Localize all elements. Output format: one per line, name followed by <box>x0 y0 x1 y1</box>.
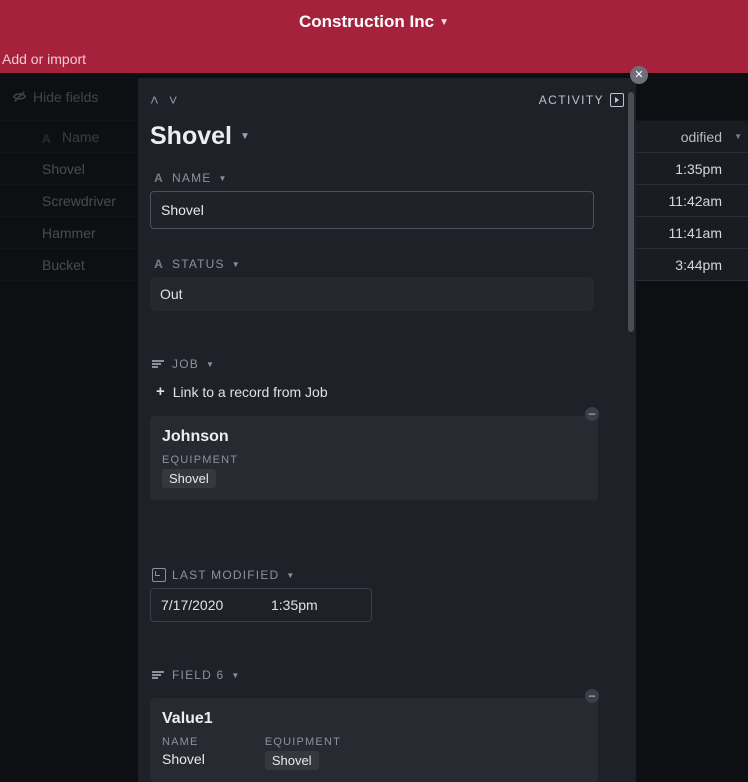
field-label-job[interactable]: JOB ▼ <box>148 351 626 377</box>
hide-fields-button[interactable]: Hide fields <box>12 89 98 105</box>
app-header: Construction Inc ▼ Add or import <box>0 0 748 73</box>
cell-time: 11:41am <box>669 225 722 241</box>
next-record-icon[interactable]: ˅ <box>169 92 178 109</box>
linked-record-card[interactable]: – Value1 NAME Shovel EQUIPMENT Shovel <box>150 698 598 782</box>
plus-icon: + <box>156 383 165 400</box>
unlink-icon[interactable]: – <box>585 689 599 703</box>
linked-col-label: NAME <box>162 736 205 748</box>
cell-name: Bucket <box>42 257 85 273</box>
field-label-text: JOB <box>172 357 199 371</box>
name-input[interactable] <box>150 191 594 229</box>
add-or-import-button[interactable]: Add or import <box>2 51 86 67</box>
column-menu-caret-icon[interactable]: ▼ <box>734 132 742 141</box>
field-label-last-modified[interactable]: LAST MODIFIED ▼ <box>148 562 626 588</box>
text-field-icon <box>42 130 56 144</box>
field-label-status[interactable]: STATUS ▼ <box>148 251 626 277</box>
status-value[interactable]: Out <box>150 277 594 311</box>
linked-sub-value: Shovel <box>162 469 216 488</box>
field-menu-caret-icon: ▼ <box>231 671 240 680</box>
linked-col-value: Shovel <box>162 751 205 767</box>
cell-name: Shovel <box>42 161 85 177</box>
scrollbar-thumb[interactable] <box>628 92 634 332</box>
cell-time: 3:44pm <box>675 257 722 273</box>
text-field-icon <box>152 257 166 271</box>
grid-right-edge: odified ▼ 1:35pm 11:42am 11:41am 3:44pm <box>636 121 748 281</box>
field-label-name[interactable]: NAME ▼ <box>148 165 626 191</box>
field-menu-caret-icon: ▼ <box>286 571 295 580</box>
field-menu-caret-icon: ▼ <box>206 360 215 369</box>
activity-label: ACTIVITY <box>539 93 604 107</box>
last-modified-icon <box>152 568 166 582</box>
linked-record-title: Value1 <box>162 710 586 728</box>
column-modified-partial: odified <box>681 129 722 145</box>
last-modified-value: 7/17/2020 1:35pm <box>150 588 372 622</box>
record-title[interactable]: Shovel ▼ <box>148 116 626 165</box>
linked-field-icon <box>152 357 166 371</box>
panel-nav: ˄ ˅ ACTIVITY <box>148 88 626 116</box>
unlink-icon[interactable]: – <box>585 407 599 421</box>
cell-name: Hammer <box>42 225 96 241</box>
linked-record-card[interactable]: – Johnson EQUIPMENT Shovel <box>150 416 598 500</box>
record-detail-panel: ˄ ˅ ACTIVITY Shovel ▼ NAME ▼ STATUS ▼ Ou… <box>138 78 636 782</box>
close-icon[interactable]: ✕ <box>630 66 648 84</box>
cell-time: 1:35pm <box>675 161 722 177</box>
field-label-text: STATUS <box>172 257 225 271</box>
activity-toggle[interactable]: ACTIVITY <box>539 93 624 107</box>
cell-name: Screwdriver <box>42 193 116 209</box>
field-label-text: FIELD 6 <box>172 668 224 682</box>
text-field-icon <box>152 171 166 185</box>
hide-fields-icon <box>12 89 27 104</box>
prev-record-icon[interactable]: ˄ <box>150 92 159 109</box>
last-modified-time: 1:35pm <box>261 589 328 621</box>
column-name: Name <box>62 129 99 145</box>
last-modified-date: 7/17/2020 <box>151 589 261 621</box>
field-menu-caret-icon: ▼ <box>232 260 241 269</box>
field-menu-caret-icon: ▼ <box>218 174 227 183</box>
linked-col-value: Shovel <box>265 751 319 770</box>
dropdown-caret-icon: ▼ <box>439 17 449 28</box>
activity-expand-icon <box>610 93 624 107</box>
workspace-name: Construction Inc <box>299 12 434 32</box>
linked-sub-label: EQUIPMENT <box>162 454 586 466</box>
cell-time: 11:42am <box>669 193 722 209</box>
linked-field-icon <box>152 668 166 682</box>
record-menu-caret-icon: ▼ <box>240 131 250 142</box>
field-label-text: NAME <box>172 171 211 185</box>
link-record-label: Link to a record from Job <box>173 384 328 400</box>
workspace-title[interactable]: Construction Inc ▼ <box>299 12 449 32</box>
field-label-field6[interactable]: FIELD 6 ▼ <box>148 662 626 688</box>
hide-fields-label: Hide fields <box>33 89 98 105</box>
field-label-text: LAST MODIFIED <box>172 568 279 582</box>
record-title-text: Shovel <box>150 122 232 151</box>
linked-col-label: EQUIPMENT <box>265 736 341 748</box>
linked-record-title: Johnson <box>162 428 586 446</box>
link-record-button[interactable]: + Link to a record from Job <box>148 377 336 406</box>
